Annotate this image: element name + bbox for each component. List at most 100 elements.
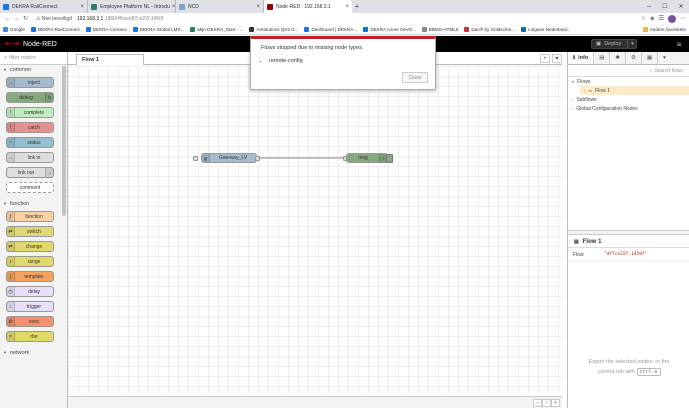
palette-node-template[interactable]: {template: [6, 271, 54, 282]
tree-subflows[interactable]: › Subflows: [568, 95, 689, 104]
extensions-icon[interactable]: ◈: [650, 15, 655, 23]
deploy-main[interactable]: ▣ Deploy: [592, 40, 627, 48]
minimize-icon[interactable]: ─: [641, 0, 657, 13]
flow-node-gateway-lv[interactable]: ▥ Gateway_LV: [201, 153, 257, 163]
bookmark-item[interactable]: DEKRA Connect: [85, 26, 127, 32]
browser-tab-dekra[interactable]: DEKRA RailConnect ×: [0, 0, 88, 13]
zoom-reset-icon[interactable]: ○: [542, 399, 551, 407]
tab-flow-1[interactable]: Flow 1: [76, 54, 144, 65]
missing-type-item: remote-config: [269, 58, 425, 64]
palette-scrollbar[interactable]: [62, 66, 66, 216]
tab-help[interactable]: ▤: [594, 52, 611, 64]
gear-icon: ⚙: [631, 55, 636, 61]
profile-avatar[interactable]: [668, 14, 676, 23]
wire-layer: [258, 157, 346, 159]
close-tab-icon[interactable]: ×: [343, 4, 349, 10]
close-window-icon[interactable]: ✕: [673, 0, 689, 13]
chevron-down-icon: ▼: [3, 350, 7, 355]
star-icon[interactable]: ☆: [641, 15, 646, 23]
reload-icon[interactable]: ↻: [21, 15, 30, 22]
deploy-button[interactable]: ▣ Deploy ▾: [591, 39, 638, 49]
zoom-out-icon[interactable]: −: [533, 399, 542, 407]
close-button[interactable]: Close: [402, 72, 428, 83]
tab-info[interactable]: ℹ info: [568, 52, 595, 64]
tab-config[interactable]: ⚙: [626, 52, 642, 64]
bookmark-item[interactable]: Linguee Nederland...: [521, 26, 571, 32]
tab-debug[interactable]: ✱: [610, 52, 626, 64]
app-title: Node-RED: [23, 40, 57, 48]
database-icon: ▦: [646, 55, 653, 61]
flow-list-icon[interactable]: ▾: [552, 54, 562, 63]
palette-node-debug[interactable]: ≡ debug: [6, 92, 54, 103]
tree-global-config[interactable]: › Global Configuration Nodes: [568, 104, 689, 113]
bookmark-item[interactable]: DEKRA Azure DevO...: [363, 26, 416, 32]
deploy-options-chevron-icon[interactable]: ▾: [627, 40, 636, 48]
palette-node-trigger[interactable]: ↓ trigger: [6, 301, 54, 312]
zoom-in-icon[interactable]: +: [551, 399, 560, 407]
palette-node-range[interactable]: i range: [6, 256, 54, 267]
palette-node-link-out[interactable]: → link out: [6, 167, 54, 178]
flow-icon: ▤: [574, 238, 579, 245]
back-icon[interactable]: ←: [3, 16, 12, 22]
bookmark-item[interactable]: AISolutions QX2 D...: [249, 26, 298, 32]
bookmark-item[interactable]: BBMS-HTML5: [421, 26, 458, 32]
bookmark-item[interactable]: DEKRA RailConnect: [30, 26, 80, 32]
new-tab-icon[interactable]: +: [352, 0, 362, 13]
palette-filter-input[interactable]: ⌕ filter nodes: [0, 52, 67, 65]
browser-tab-ncd[interactable]: NCD ×: [176, 0, 264, 13]
browser-tab-employee[interactable]: Employee Platform NL - Introdu ×: [88, 0, 176, 13]
security-warning[interactable]: ⚠ Niet beveiligd: [36, 16, 72, 22]
palette-category-function[interactable]: ▼ function: [0, 199, 67, 208]
sidebar-tabs-chevron[interactable]: ▾: [658, 52, 671, 64]
debug-toggle-button[interactable]: [386, 154, 393, 163]
tree-flow-1[interactable]: › ▭ Flow 1: [580, 86, 689, 95]
flow-node-msg[interactable]: msg ≡: [346, 153, 388, 163]
palette-node-link-in[interactable]: → link in: [6, 152, 54, 163]
palette-node-complete[interactable]: ! complete: [6, 107, 54, 118]
palette-node-exec[interactable]: ⚙ exec: [6, 316, 54, 327]
favorites-icon[interactable]: ☰: [659, 15, 664, 23]
bookmark-item[interactable]: Google: [3, 26, 25, 32]
main-menu-icon[interactable]: ≡: [673, 39, 685, 49]
output-port[interactable]: [255, 156, 260, 161]
close-tab-icon[interactable]: ×: [170, 4, 175, 10]
palette-node-change[interactable]: ⇄ change: [6, 241, 54, 252]
bookmark-item[interactable]: Dashboard | DEKRA...: [304, 26, 357, 32]
property-value: "df7ce22f.1450f": [604, 252, 648, 257]
palette-node-status[interactable]: ~ status: [6, 137, 54, 148]
forward-icon[interactable]: →: [12, 16, 21, 22]
bookmark-item[interactable]: Dan® by Goldschm...: [464, 26, 515, 32]
close-tab-icon[interactable]: ×: [254, 4, 260, 10]
palette-category-network[interactable]: ▼ network: [0, 348, 67, 357]
workspace-canvas[interactable]: ▥ Gateway_LV msg ≡: [68, 66, 562, 394]
url-path: :1880/#flow/df7ce22f.1450f: [103, 15, 164, 22]
node-label: rbe: [30, 333, 38, 340]
palette-node-switch[interactable]: ⇄ switch: [6, 226, 54, 237]
sidebar-splitter[interactable]: [568, 230, 689, 235]
search-flows-input[interactable]: ⌕ Search flows: [568, 65, 689, 77]
close-tab-icon[interactable]: ×: [78, 4, 84, 10]
bookmark-item[interactable]: Mijn-DEKRA_Start - ...: [190, 26, 244, 32]
bookmark-label: Mijn-DEKRA_Start - ...: [197, 26, 244, 32]
bookmark-item[interactable]: DEKRA Global LMS...: [132, 26, 184, 32]
palette-node-rbe[interactable]: ≠ rbe: [6, 331, 54, 342]
browser-tab-nodered[interactable]: Node-RED : 192.168.3.1 ×: [264, 0, 352, 13]
palette-node-function[interactable]: ƒ function: [6, 211, 54, 222]
palette-node-catch[interactable]: ! catch: [6, 122, 54, 133]
exec-icon: ⚙: [7, 317, 15, 326]
palette-node-inject[interactable]: → inject: [6, 77, 54, 88]
palette-node-comment[interactable]: comment: [6, 182, 54, 193]
search-icon: ⌕: [649, 67, 653, 74]
maximize-icon[interactable]: ☐: [657, 0, 673, 13]
url-field[interactable]: ⚠ Niet beveiligd 192.168.3.1:1880/#flow/…: [36, 15, 163, 23]
add-flow-icon[interactable]: +: [540, 54, 550, 63]
tab-context[interactable]: ▦: [642, 52, 659, 64]
palette-category-common[interactable]: ▼ common: [0, 65, 67, 74]
other-favorites[interactable]: Andere favorieten: [642, 26, 686, 32]
palette-node-delay[interactable]: ◷ delay: [6, 286, 54, 297]
tree-flows[interactable]: ▾ Flows: [568, 77, 689, 86]
debug-icon: ≡: [45, 93, 53, 102]
inject-button-icon[interactable]: [193, 156, 198, 161]
more-icon[interactable]: ⋯: [680, 15, 686, 23]
complete-icon: !: [7, 108, 15, 117]
